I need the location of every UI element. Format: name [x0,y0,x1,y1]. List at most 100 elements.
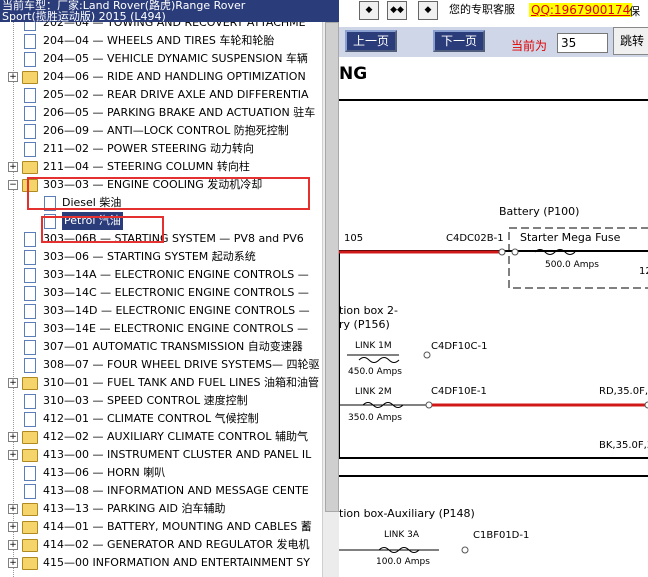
tree-item[interactable]: 205—02 — REAR DRIVE AXLE AND DIFFERENTIA [0,86,322,104]
tree-item-label: 414—01 — BATTERY, MOUNTING AND CABLES 蓄 [43,520,312,533]
connector-c4dc02b [498,248,506,256]
rd35-label: RD,35.0F,1 [599,386,648,397]
qq-link[interactable]: QQ:1967900174 [529,3,633,17]
next-page-button[interactable]: 下一页 [433,30,486,52]
nav-button-3[interactable]: ◆ [418,1,438,20]
expand-icon[interactable]: + [8,522,18,532]
document-icon [24,484,36,499]
collapse-icon[interactable]: − [8,180,18,190]
double-arrow-icon: ◆◆ [390,5,404,15]
link-1m-label: LINK 1M [355,341,392,351]
tree-item[interactable]: 204—05 — VEHICLE DYNAMIC SUSPENSION 车辆 [0,50,322,68]
tree-item[interactable]: 204—04 — WHEELS AND TIRES 车轮和轮胎 [0,32,322,50]
tree-item[interactable]: +413—00 — INSTRUMENT CLUSTER AND PANEL I… [0,446,322,464]
tree-item[interactable]: 202—04 — TOWING AND RECOVERY ATTACHME [0,22,322,32]
tree-item[interactable]: +414—01 — BATTERY, MOUNTING AND CABLES 蓄 [0,518,322,536]
current-page-label: 当前为 [511,39,548,53]
connector-c4df10c [423,351,431,359]
document-icon [24,466,36,481]
connector-c4df10e [425,401,433,409]
expand-icon[interactable]: + [8,504,18,514]
expand-icon[interactable]: + [8,540,18,550]
battery-label: Battery (P100) [499,205,580,218]
document-icon [24,52,36,67]
tree-item[interactable]: 308—07 — FOUR WHEEL DRIVE SYSTEMS— 四轮驱 [0,356,322,374]
tree-item-label: 308—07 — FOUR WHEEL DRIVE SYSTEMS— 四轮驱 [43,358,320,371]
expand-icon[interactable]: + [8,558,18,568]
tree-item[interactable]: +310—01 — FUEL TANK AND FUEL LINES 油箱和油管 [0,374,322,392]
tree-item[interactable]: +413—13 — PARKING AID 泊车辅助 [0,500,322,518]
top-toolbar: ◆ ◆◆ ◆ 您的专职客服 QQ:1967900174 保 [339,0,648,20]
tree-item[interactable]: 412—01 — CLIMATE CONTROL 气候控制 [0,410,322,428]
document-icon [24,340,36,355]
tree-item[interactable]: 303—14C — ELECTRONIC ENGINE CONTROLS — [0,284,322,302]
tree-item-label: 211—02 — POWER STEERING 动力转向 [43,142,254,155]
diagram-pane: ◆ ◆◆ ◆ 您的专职客服 QQ:1967900174 保 上一页 下一页 当前… [339,0,648,577]
tree-item-label: 204—05 — VEHICLE DYNAMIC SUSPENSION 车辆 [43,52,308,65]
link1m-symbol [358,357,400,363]
tree-item[interactable]: 310—03 — SPEED CONTROL 速度控制 [0,392,322,410]
nav-button-1[interactable]: ◆ [359,1,379,20]
tree-item-label: 206—05 — PARKING BRAKE AND ACTUATION 驻车 [43,106,316,119]
tree-item[interactable]: 413—08 — INFORMATION AND MESSAGE CENTE [0,482,322,500]
nav-button-2[interactable]: ◆◆ [387,1,407,20]
tree-item[interactable]: 303—14E — ELECTRONIC ENGINE CONTROLS — [0,320,322,338]
aux-junction-box-label: tion box-Auxiliary (P148) [339,507,475,520]
tree-item[interactable]: 206—09 — ANTI—LOCK CONTROL 防抱死控制 [0,122,322,140]
c4df10c-label: C4DF10C-1 [431,341,488,352]
folder-icon [22,539,38,552]
tree-item-label: 205—02 — REAR DRIVE AXLE AND DIFFERENTIA [43,88,309,101]
arrow-icon: ◆ [365,5,373,15]
tree-item[interactable]: +415—00 INFORMATION AND ENTERTAINMENT SY [0,554,322,572]
tree-item-label: 204—06 — RIDE AND HANDLING OPTIMIZATION [43,70,306,83]
tree-item[interactable]: 307—01 AUTOMATIC TRANSMISSION 自动变速器 [0,338,322,356]
tree-item-label: 310—01 — FUEL TANK AND FUEL LINES 油箱和油管 [43,376,319,389]
expand-icon[interactable]: + [8,432,18,442]
qq-tail-text: 保 [629,5,640,18]
document-icon [24,232,36,247]
tree-item[interactable]: 413—06 — HORN 喇叭 [0,464,322,482]
document-icon [24,106,36,121]
tree-item[interactable]: +412—02 — AUXILIARY CLIMATE CONTROL 辅助气 [0,428,322,446]
tree-item[interactable]: 206—05 — PARKING BRAKE AND ACTUATION 驻车 [0,104,322,122]
wiring-diagram: NG Battery (P100) 105 C4DC02B-1 Starter … [339,60,648,577]
wire-105-label: 105 [344,233,364,244]
fragment-12-label: 12 [639,266,648,277]
current-page-input[interactable]: 35 [557,33,608,53]
folder-icon [22,161,38,174]
tree-scrollbar[interactable] [322,22,340,577]
tree-item[interactable]: +204—06 — RIDE AND HANDLING OPTIMIZATION [0,68,322,86]
expand-icon[interactable]: + [8,162,18,172]
tree-item-label: 310—03 — SPEED CONTROL 速度控制 [43,394,248,407]
tree-item-label: 413—08 — INFORMATION AND MESSAGE CENTE [43,484,309,497]
prev-page-button[interactable]: 上一页 [345,30,398,52]
tree-item[interactable]: +211—04 — STEERING COLUMN 转向柱 [0,158,322,176]
junction-box2-line2: ry (P156) [339,318,390,331]
expand-icon[interactable]: + [8,378,18,388]
tree-item-label: 202—04 — TOWING AND RECOVERY ATTACHME [43,22,306,29]
jump-button[interactable]: 跳转 [613,27,648,55]
link-2m-label: LINK 2M [355,387,392,397]
tree-item[interactable]: 303—14D — ELECTRONIC ENGINE CONTROLS — [0,302,322,320]
tree-item[interactable]: 211—02 — POWER STEERING 动力转向 [0,140,322,158]
expand-icon[interactable]: + [8,72,18,82]
c4df10e-label: C4DF10E-1 [431,386,487,397]
folder-icon [22,503,38,516]
tree-item-label: 413—13 — PARKING AID 泊车辅助 [43,502,226,515]
tree-item-label: 303—06 — STARTING SYSTEM 起动系统 [43,250,256,263]
amps-100-label: 100.0 Amps [376,557,430,567]
folder-icon [22,431,38,444]
tree-item-label: 413—00 — INSTRUMENT CLUSTER AND PANEL IL [43,448,312,461]
tree-item-label: 303—14C — ELECTRONIC ENGINE CONTROLS — [43,286,309,299]
tree-item-label: 303—14E — ELECTRONIC ENGINE CONTROLS — [43,322,309,335]
document-icon [24,322,36,337]
document-icon [24,304,36,319]
tree-scroll-thumb[interactable] [325,22,339,512]
document-icon [24,142,36,157]
document-icon [24,268,36,283]
tree-item[interactable]: 303—14A — ELECTRONIC ENGINE CONTROLS — [0,266,322,284]
tree-item[interactable]: 303—06 — STARTING SYSTEM 起动系统 [0,248,322,266]
expand-icon[interactable]: + [8,450,18,460]
document-icon [24,88,36,103]
tree-item[interactable]: +414—02 — GENERATOR AND REGULATOR 发电机 [0,536,322,554]
